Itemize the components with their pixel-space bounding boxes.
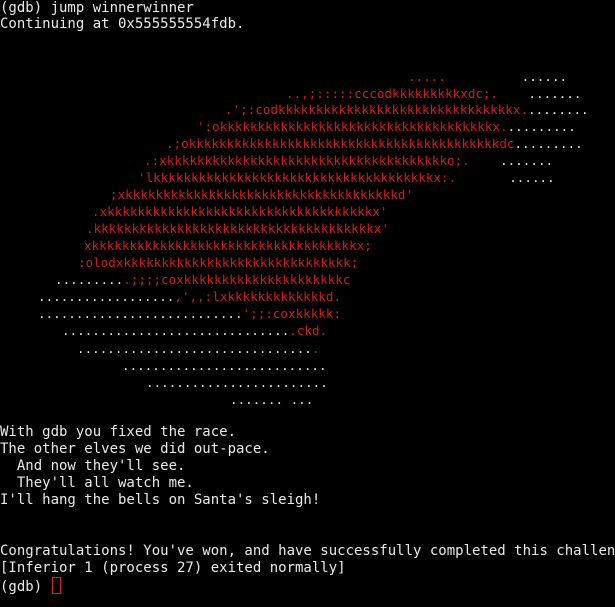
ascii-art-line: .;okkkkkkkkkkkkkkkkkkkkkkkkkkkkkkkkkkkkk…: [166, 135, 583, 152]
poem-line: I'll hang the bells on Santa's sleigh!: [0, 492, 321, 508]
ascii-art-line: ...........................';;:coxkkkkk:: [38, 305, 341, 322]
ascii-art-line: :olodxkkkkkkkkkkkkkkkkkkkkkkkkkkkkkk;: [78, 254, 358, 271]
art-white-segment: .......: [498, 86, 582, 101]
art-red-segment: xkkkkkkkkkkkkkkkkkkkkkkkkkkkkkkkkkkkx;: [84, 238, 372, 253]
ascii-art-line: xkkkkkkkkkkkkkkkkkkkkkkkkkkkkkkkkkkkx;: [84, 237, 372, 254]
art-red-segment: ..,;:::::cccodkkkkkkkkkxdc;.: [286, 86, 499, 101]
art-white-segment: .........: [514, 136, 583, 151]
ascii-art-line: ........................: [146, 374, 328, 391]
gdb-prompt-line[interactable]: (gdb): [0, 577, 61, 595]
art-white-segment: ......: [445, 69, 568, 84]
ascii-art-line: ..,;:::::cccodkkkkkkkkkxdc;. .......: [286, 85, 581, 102]
ascii-art-line: 'lkkkkkkkkkkkkkkkkkkkkkkkkkkkkkkkkkkkkkx…: [138, 169, 555, 186]
art-red-segment: ;xkkkkkkkkkkkkkkkkkkkkkkkkkkkkkkkkkkkkd': [110, 187, 414, 202]
art-white-segment: ..................: [38, 289, 175, 304]
art-red-segment: .: [311, 341, 320, 356]
poem-line: With gdb you fixed the race.: [0, 424, 237, 440]
art-white-segment: ......: [456, 170, 555, 185]
ascii-art-line: .kkkkkkkkkkkkkkkkkkkkkkkkkkkkkkkkkkkkkx': [86, 220, 389, 237]
poem-line: And now they'll see.: [0, 458, 186, 474]
art-red-segment: 'lkkkkkkkkkkkkkkkkkkkkkkkkkkkkkkkkkkkkkx…: [138, 170, 457, 185]
ascii-art-line: ;xkkkkkkkkkkkkkkkkkkkkkkkkkkkkkkkkkkkkd': [110, 186, 413, 203]
art-red-segment: ':okkkkkkkkkkkkkkkkkkkkkkkkkkkkkkkkkkkkx…: [197, 119, 508, 134]
art-white-segment: .........: [507, 119, 576, 134]
ascii-art-line: ...............................ckd.: [62, 322, 327, 339]
ascii-art-line: ..........;;;;coxkkkkkkkkkkkkkkkkkkkkkc: [55, 271, 350, 288]
poem-line: They'll all watch me.: [0, 475, 194, 491]
art-red-segment: .:xkkkkkkkkkkkkkkkkkkkkkkkkkkkkkkkkkkkkk…: [144, 153, 470, 168]
ascii-art-line: ..... ......: [408, 68, 567, 85]
ascii-art-line: ..................,',,:lxkkkkkkkkkkkkkd.: [38, 288, 341, 305]
art-red-segment: .kkkkkkkkkkkkkkkkkkkkkkkkkkkkkkkkkkkkkx': [86, 221, 390, 236]
ascii-art-line: ....... ...: [230, 391, 313, 408]
art-white-segment: ..............................: [62, 323, 290, 338]
art-white-segment: ........................: [146, 375, 328, 390]
art-white-segment: .......: [469, 153, 554, 168]
inferior-exit-message: [Inferior 1 (process 27) exited normally…: [0, 560, 346, 576]
art-red-segment: :olodxkkkkkkkkkkkkkkkkkkkkkkkkkkkkkk;: [78, 255, 359, 270]
ascii-art-line: ................................: [77, 340, 319, 357]
art-white-segment: ...............................: [77, 341, 312, 356]
art-red-segment: .;;;;coxkkkkkkkkkkkkkkkkkkkkkc: [123, 272, 351, 287]
ascii-art-sleigh: ..... ...... ..,;:::::cccodkkkkkkkkkxdc;…: [0, 0, 615, 420]
art-white-segment: ...........................: [38, 306, 243, 321]
terminal-window: (gdb) jump winnerwinner Continuing at 0x…: [0, 0, 615, 607]
art-white-segment: ...........................: [122, 358, 327, 373]
poem-line: The other elves we did out-pace.: [0, 441, 270, 457]
art-red-segment: .';:codkkkkkkkkkkkkkkkkkkkkkkkkkkkkkkkx.: [225, 102, 529, 117]
congratulations-message: Congratulations! You've won, and have su…: [0, 543, 615, 559]
art-red-segment: .ckd.: [289, 323, 328, 338]
gdb-prompt: (gdb): [0, 579, 51, 595]
art-white-segment: .........: [55, 272, 124, 287]
art-red-segment: .xkkkkkkkkkkkkkkkkkkkkkkkkkkkkkkkkkkkx': [92, 204, 388, 219]
terminal-cursor[interactable]: [51, 577, 61, 594]
ascii-art-line: ':okkkkkkkkkkkkkkkkkkkkkkkkkkkkkkkkkkkkx…: [197, 118, 576, 135]
ascii-art-line: .';:codkkkkkkkkkkkkkkkkkkkkkkkkkkkkkkkx.…: [225, 101, 589, 118]
art-red-segment: ,',,:lxkkkkkkkkkkkkkd.: [174, 289, 342, 304]
art-white-segment: ........: [528, 102, 589, 117]
art-red-segment: ';;:coxkkkkk:: [242, 306, 342, 321]
ascii-art-line: ...........................: [122, 357, 327, 374]
art-white-segment: ....... ...: [230, 392, 314, 407]
art-red-segment: .;okkkkkkkkkkkkkkkkkkkkkkkkkkkkkkkkkkkkk…: [166, 136, 515, 151]
ascii-art-line: .:xkkkkkkkkkkkkkkkkkkkkkkkkkkkkkkkkkkkkk…: [144, 152, 553, 169]
ascii-art-line: .xkkkkkkkkkkkkkkkkkkkkkkkkkkkkkkkkkkkx': [92, 203, 387, 220]
art-red-segment: .....: [408, 69, 446, 84]
